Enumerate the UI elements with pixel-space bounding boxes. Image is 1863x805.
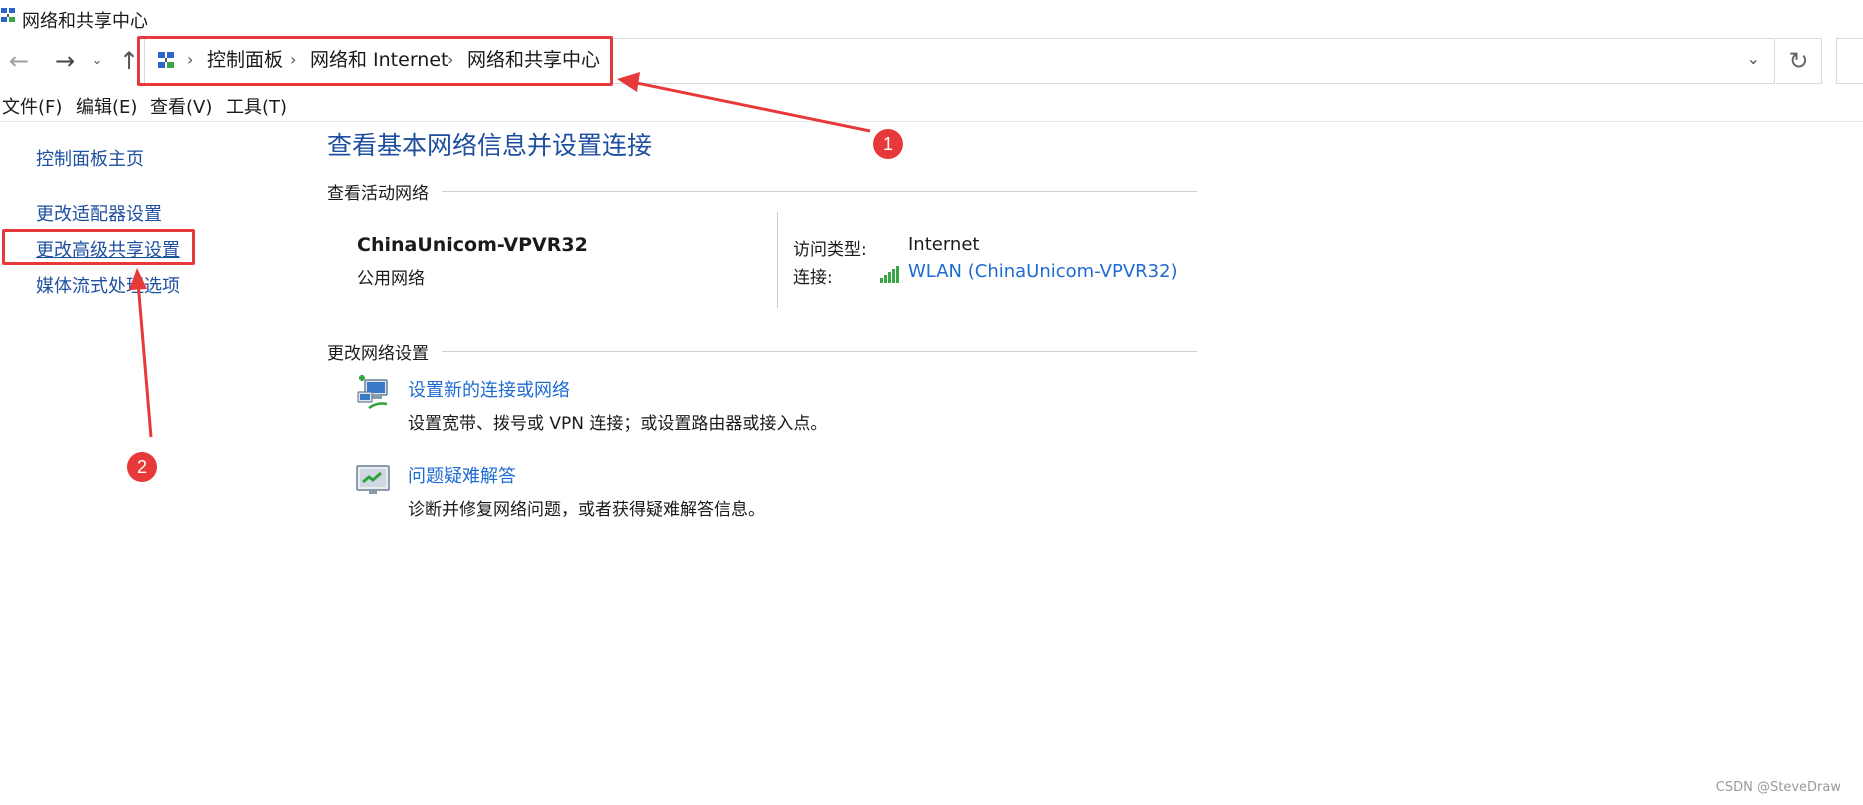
arrow-1-head-icon	[617, 72, 640, 92]
arrow-2-head-icon	[129, 268, 147, 290]
watermark: CSDN @SteveDraw	[1715, 780, 1841, 795]
annotation-arrow-1	[631, 80, 871, 133]
annotation-marker-2: 2	[127, 452, 157, 482]
annotation-marker-1: 1	[873, 129, 903, 159]
annotation-arrow-2	[136, 281, 153, 438]
annotation-arrows	[129, 72, 871, 438]
